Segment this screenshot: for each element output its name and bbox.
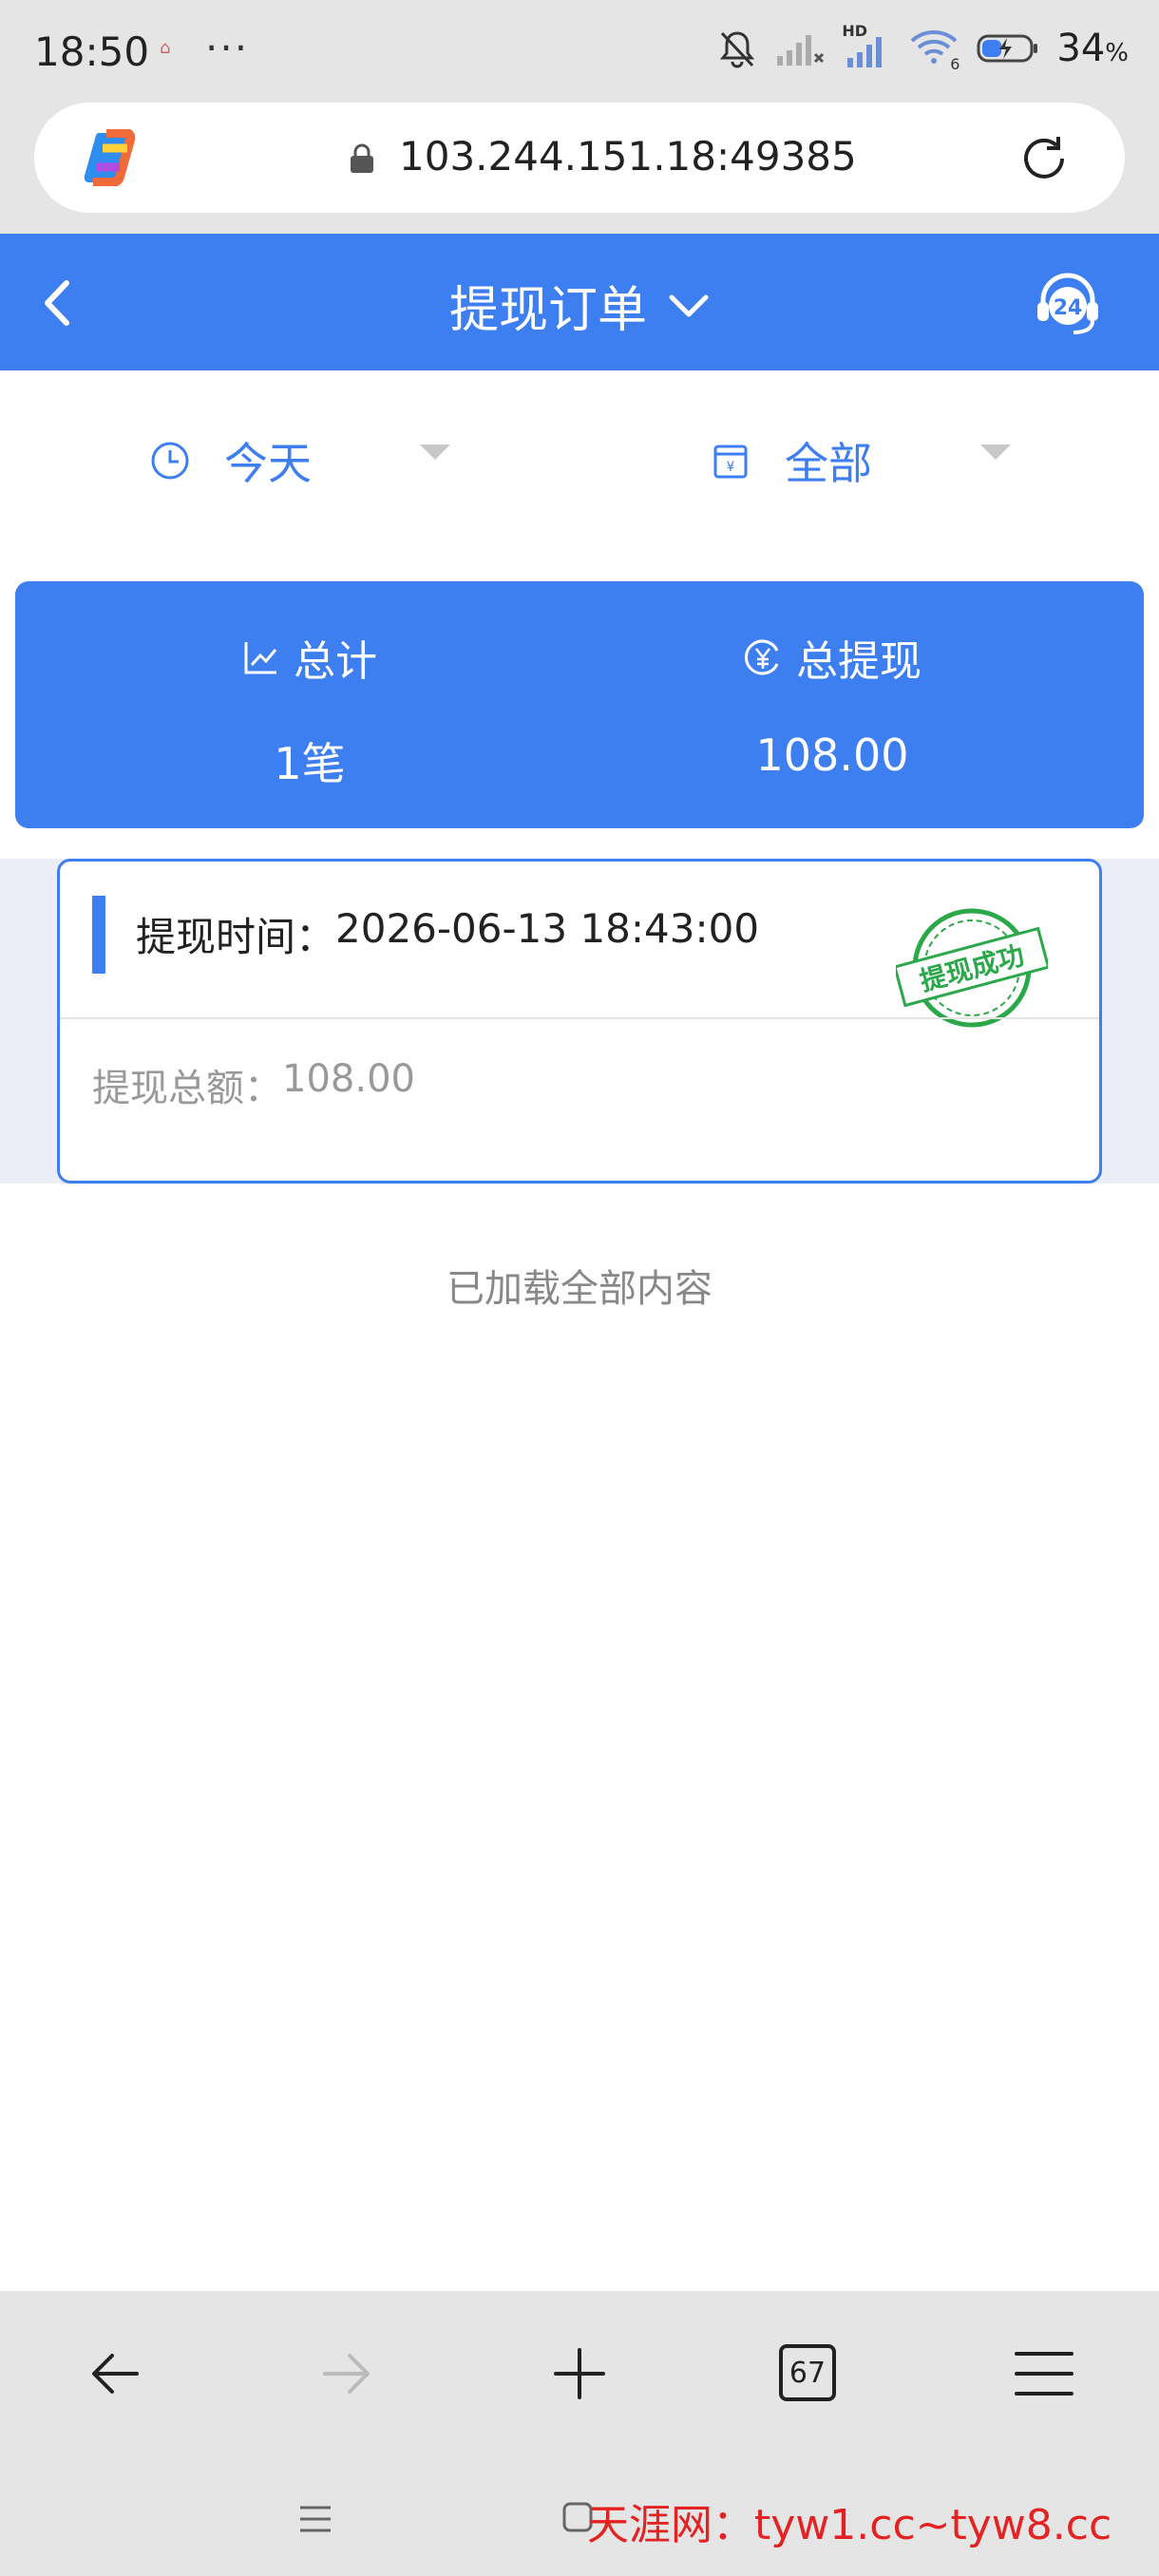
app-header: 提现订单 24 [0,234,1159,370]
summary-card: 总计 1笔 总提现 108.00 [15,581,1144,828]
browser-bottom-bar: 67 [0,2291,1159,2458]
notification-icon: ⌂ [160,38,171,58]
menu-hamburger-icon[interactable] [1011,2340,1077,2407]
trend-chart-icon [244,642,277,674]
battery-charging-icon [977,34,1038,63]
mute-bell-icon [720,31,755,68]
tabs-button[interactable]: 67 [779,2344,836,2401]
type-filter-label: 全部 [785,438,872,489]
filter-row: 今天 ¥ 全部 [0,370,1159,541]
watermark-url: tyw1.cc~tyw8.cc [754,2501,1112,2549]
type-filter-caret-icon[interactable] [980,445,1011,460]
date-filter[interactable]: 今天 [150,429,312,492]
signal-hd-icon: HD [842,22,891,69]
svg-text:24: 24 [1054,296,1083,320]
order-amount-label: 提现总额： [92,1067,282,1110]
signal-off-icon [777,35,825,66]
more-notifications-icon: ··· [205,25,250,71]
chevron-down-icon [669,294,709,316]
type-filter[interactable]: ¥ 全部 [711,429,872,492]
url-text[interactable]: 103.244.151.18:49385 [399,133,857,180]
page-title: 提现订单 [448,282,647,339]
browser-forward-icon[interactable] [314,2340,380,2407]
status-time: 18:50 [34,28,150,75]
reload-icon[interactable] [1016,131,1072,186]
order-time-value: 2026-06-13 18:43:00 [335,905,760,952]
amount-value: 108.00 [755,729,909,781]
tab-count: 67 [788,2356,826,2390]
watermark-name: 天涯网： [587,2501,754,2549]
battery-level: 34% [1056,27,1129,70]
date-filter-caret-icon[interactable] [420,445,450,460]
system-recents-icon[interactable] [296,2504,334,2534]
success-stamp-icon: 提现成功 [896,908,1048,1028]
address-bar[interactable]: 103.244.151.18:49385 [34,103,1125,213]
order-amount: 提现总额： 108.00 [92,1057,415,1112]
customer-service-24-icon[interactable]: 24 [1032,268,1104,340]
svg-text:¥: ¥ [727,460,735,475]
count-value: 1笔 [274,738,346,789]
summary-count: 总计 1笔 [44,627,576,792]
order-card[interactable]: 提现时间： 2026-06-13 18:43:00 提现成功 提现总额： 108… [57,859,1102,1184]
new-tab-plus-icon[interactable] [546,2340,613,2407]
summary-amount: 总提现 108.00 [566,627,1098,781]
order-time-label: 提现时间： [136,914,336,960]
order-time: 提现时间： 2026-06-13 18:43:00 [136,905,759,963]
watermark: 天涯网：tyw1.cc~tyw8.cc [587,2491,1112,2551]
yen-circle-icon [745,639,779,675]
calendar-box-icon: ¥ [713,445,748,479]
page-title-dropdown[interactable]: 提现订单 [0,270,1159,341]
count-label: 总计 [294,637,377,686]
date-filter-label: 今天 [224,438,312,489]
copilot-logo-icon[interactable] [82,129,144,186]
order-list: 提现时间： 2026-06-13 18:43:00 提现成功 提现总额： 108… [0,859,1159,1184]
amount-label: 总提现 [796,637,922,686]
order-accent-bar [92,896,105,974]
status-icons: HD 6 34% [716,22,1129,73]
clock-icon [151,442,189,480]
browser-toolbar: 103.244.151.18:49385 [0,103,1159,234]
browser-back-icon[interactable] [82,2340,148,2407]
order-divider [60,1017,1099,1019]
wifi-icon: 6 [908,28,960,73]
status-bar: 18:50 ⌂ ··· HD 6 34% [0,0,1159,103]
order-amount-value: 108.00 [282,1057,415,1101]
system-nav-bar: 天涯网：tyw1.cc~tyw8.cc [0,2458,1159,2576]
list-end-text: 已加载全部内容 [446,1267,712,1311]
lock-icon [351,143,373,173]
